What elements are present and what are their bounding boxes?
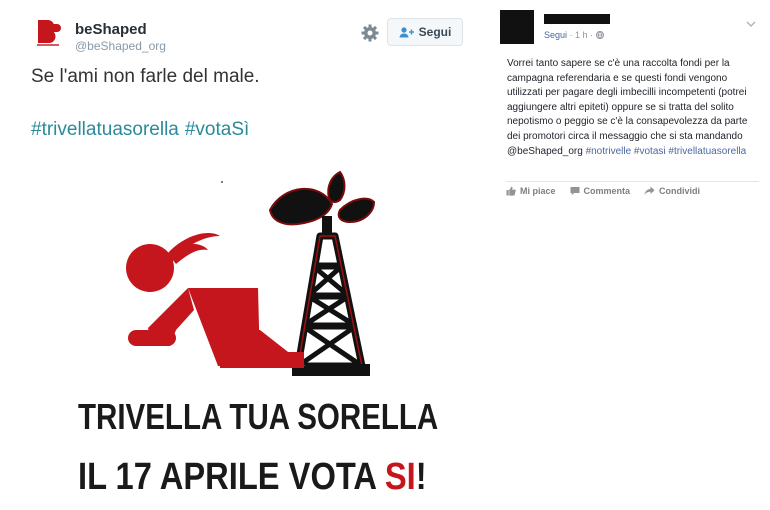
comment-time[interactable]: · 1 h · [570, 30, 594, 40]
like-button[interactable]: Mi piace [506, 186, 556, 196]
divider [506, 181, 759, 182]
redacted-avatar [500, 10, 534, 44]
figure-graphic [126, 232, 306, 368]
comment-follow-link[interactable]: Segui [544, 30, 567, 40]
comment-action-bar: Mi piace Commenta Condividi [506, 186, 714, 196]
beshaped-logo-avatar[interactable] [30, 14, 66, 50]
speech-bubble-icon [570, 187, 580, 196]
tweet-display-name[interactable]: beShaped [75, 21, 147, 38]
poster-line2-suffix: ! [415, 456, 427, 498]
oil-splash-graphic [268, 170, 376, 236]
poster-line2-highlight: SI [384, 456, 416, 498]
redacted-username [544, 14, 610, 24]
follow-button[interactable]: Segui [387, 18, 463, 46]
share-button[interactable]: Condividi [644, 186, 700, 196]
poster-line2-prefix: IL 17 APRILE VOTA [78, 456, 385, 498]
tweet-hashtags: #trivellatuasorella #votaSì [31, 119, 255, 141]
gear-icon[interactable] [360, 23, 380, 43]
hashtag-link[interactable]: #trivellatuasorella [31, 119, 179, 140]
thumbs-up-icon [506, 186, 516, 196]
like-label: Mi piace [520, 186, 556, 196]
add-user-icon [399, 26, 414, 37]
globe-icon [595, 31, 604, 39]
hashtag-link[interactable]: #votaSì [185, 119, 249, 140]
comment-hashtags[interactable]: #notrivelle #votasi #trivellatuasorella [586, 146, 747, 157]
oil-derrick-graphic [294, 232, 366, 370]
comment-meta: Segui · 1 h · [544, 30, 604, 40]
share-label: Condividi [659, 186, 701, 196]
poster-headline-line1: TRIVELLA TUA SORELLA [78, 396, 439, 437]
share-arrow-icon [644, 186, 655, 196]
comment-button[interactable]: Commenta [570, 186, 631, 196]
tweet-text: Se l'ami non farle del male. [31, 66, 260, 87]
chevron-down-icon[interactable] [746, 14, 756, 32]
poster-headline-line2: IL 17 APRILE VOTA SI! [78, 456, 427, 499]
comment-label: Commenta [583, 186, 631, 196]
facebook-comment-card: Segui · 1 h · Vorrei tanto sapere se c'è… [492, 0, 770, 510]
follow-button-label: Segui [418, 25, 452, 39]
image-speck [221, 181, 223, 183]
tweet-card: beShaped @beShaped_org Segui Se l'ami no… [0, 0, 488, 510]
tweet-handle[interactable]: @beShaped_org [75, 39, 166, 53]
comment-text-block: Vorrei tanto sapere se c'è una raccolta … [507, 57, 759, 159]
comment-text: Vorrei tanto sapere se c'è una raccolta … [507, 58, 748, 157]
